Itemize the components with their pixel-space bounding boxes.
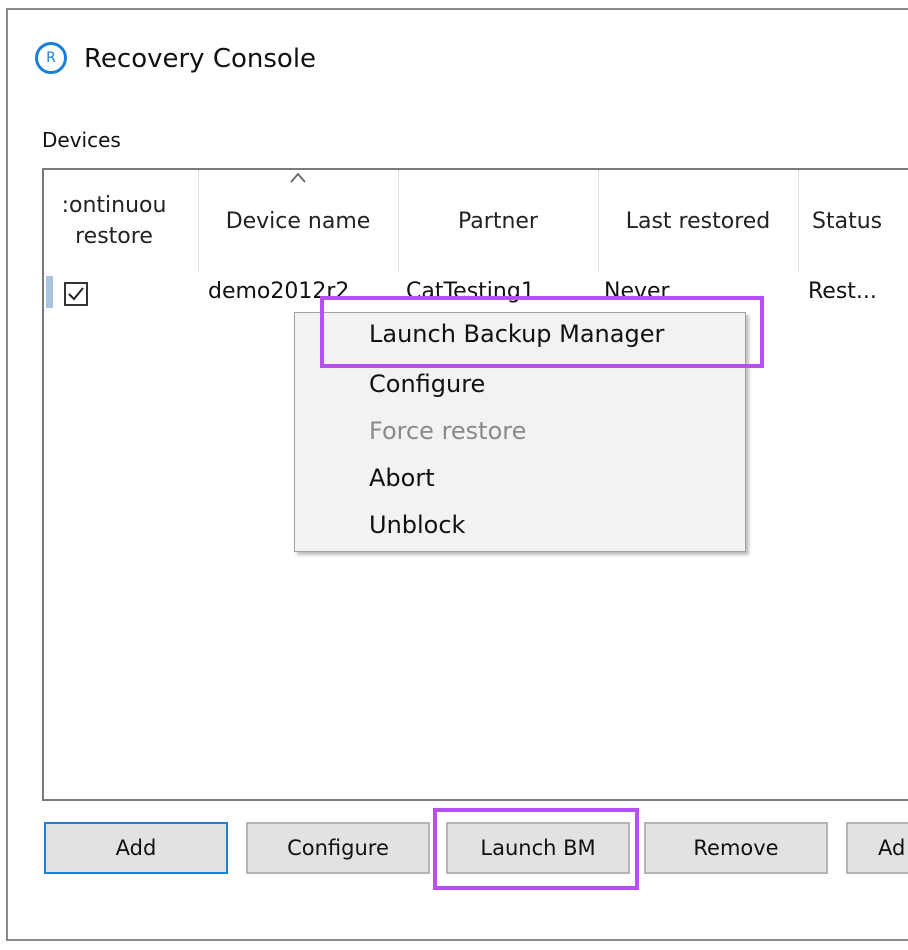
continuous-restore-checkbox[interactable] bbox=[64, 282, 88, 306]
checkmark-icon bbox=[68, 287, 84, 301]
cell-status: Rest... bbox=[808, 279, 877, 304]
column-header-partner[interactable]: Partner bbox=[398, 170, 599, 272]
menu-item-abort[interactable]: Abort bbox=[369, 461, 435, 495]
devices-label: Devices bbox=[42, 128, 121, 152]
column-header-device-name[interactable]: Device name bbox=[198, 170, 399, 272]
highlight-launch-bm-button bbox=[433, 808, 639, 890]
add-button[interactable]: Add bbox=[44, 822, 228, 874]
remove-button[interactable]: Remove bbox=[644, 822, 828, 874]
row-focus-marker bbox=[46, 276, 53, 308]
configure-button[interactable]: Configure bbox=[246, 822, 430, 874]
menu-item-force-restore: Force restore bbox=[369, 417, 527, 445]
column-header-last-restored[interactable]: Last restored bbox=[598, 170, 799, 272]
recovery-logo-icon: R bbox=[35, 42, 67, 74]
menu-item-configure[interactable]: Configure bbox=[369, 367, 485, 401]
highlight-launch-backup-manager bbox=[320, 296, 764, 368]
menu-item-unblock[interactable]: Unblock bbox=[369, 508, 465, 542]
column-header-status[interactable]: Status bbox=[798, 170, 908, 272]
next-button-partial[interactable]: Ad bbox=[846, 822, 908, 874]
window-title: Recovery Console bbox=[84, 44, 317, 74]
column-header-continuous-restore[interactable]: :ontinuou restore bbox=[44, 170, 199, 272]
